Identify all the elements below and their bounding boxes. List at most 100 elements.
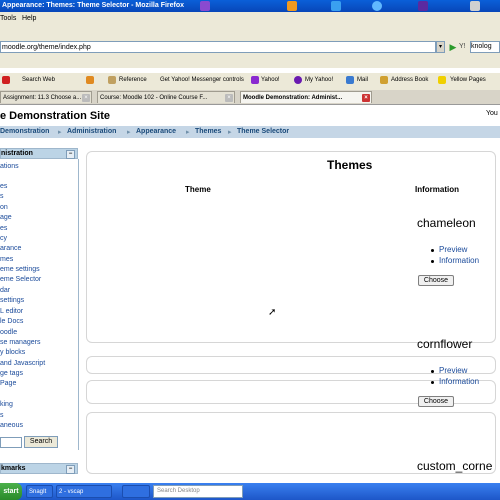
bullet-icon — [431, 381, 434, 384]
yahoo-button[interactable]: Yahoo! — [261, 77, 280, 83]
address-book-button[interactable]: Address Book — [391, 77, 428, 83]
close-tab-icon[interactable]: × — [225, 94, 233, 102]
sidebar-item[interactable]: se managers — [0, 339, 40, 346]
mail-button[interactable]: Mail — [357, 77, 368, 83]
sidebar-item[interactable]: es — [0, 183, 7, 190]
reference-button[interactable]: Reference — [119, 77, 147, 83]
sidebar-item[interactable]: y blocks — [0, 349, 25, 356]
sidebar-item[interactable]: age — [0, 214, 12, 221]
sidebar-item[interactable]: L editor — [0, 308, 23, 315]
my-yahoo-button[interactable]: My Yahoo! — [305, 77, 333, 83]
themes-table-box — [86, 151, 496, 343]
close-tab-icon[interactable]: × — [82, 94, 90, 102]
block-title: nistration — [1, 150, 33, 157]
taskbar-item-vscap[interactable]: 2 - vscap — [56, 485, 112, 498]
sidebar-item[interactable]: s — [0, 412, 4, 419]
close-tab-icon[interactable]: × — [362, 94, 370, 102]
skype-icon[interactable] — [372, 1, 382, 11]
sidebar-item[interactable]: cy — [0, 235, 7, 242]
yellow-pages-button[interactable]: Yellow Pages — [450, 77, 486, 83]
breadcrumb-separator-icon: ▸ — [127, 129, 131, 136]
user-info[interactable]: You — [486, 110, 498, 117]
breadcrumb-item[interactable]: Appearance — [136, 128, 176, 135]
menu-help[interactable]: Help — [22, 15, 36, 22]
messenger-button[interactable]: Get Yahoo! Messenger controls — [160, 77, 244, 83]
yahoo-toolbar: Search Web Reference Get Yahoo! Messenge… — [0, 72, 500, 91]
sidebar-item[interactable]: dar — [0, 287, 10, 294]
firefox-icon[interactable] — [287, 1, 297, 11]
yahoo-icon[interactable] — [418, 1, 428, 11]
breadcrumb-item[interactable]: Themes — [195, 128, 221, 135]
breadcrumb-separator-icon: ▸ — [186, 129, 190, 136]
sidebar-item[interactable]: mes — [0, 256, 13, 263]
taskbar-item-snagit[interactable]: SnagIt — [26, 485, 53, 498]
window-title-bar: Appearance: Themes: Theme Selector - Moz… — [0, 0, 500, 12]
tab-course[interactable]: Course: Moodle 102 - Online Course F... … — [97, 91, 235, 103]
tab-moodle-demo[interactable]: Moodle Demonstration: Administ... × — [240, 91, 372, 103]
admin-search-button[interactable]: Search — [24, 436, 58, 448]
sidebar-item[interactable]: arance — [0, 245, 21, 252]
yahoo-logo-icon[interactable] — [2, 76, 10, 84]
sidebar-item-theme-selector[interactable]: eme Selector — [0, 276, 41, 283]
desktop-search-input[interactable]: Search Desktop — [153, 485, 243, 498]
breadcrumb-item[interactable]: Administration — [67, 128, 116, 135]
sidebar-item[interactable]: and Javascript — [0, 360, 45, 367]
ie-icon[interactable] — [331, 1, 341, 11]
site-title: e Demonstration Site — [0, 110, 111, 122]
information-link[interactable]: Information — [439, 256, 479, 265]
tab-label: Moodle Demonstration: Administ... — [243, 95, 343, 101]
sidebar-item[interactable]: ations — [0, 163, 19, 170]
sidebar-item[interactable]: Page — [0, 380, 16, 387]
collapse-icon[interactable]: − — [66, 465, 75, 474]
sidebar-item[interactable]: s — [0, 193, 4, 200]
theme-name: custom_corne — [417, 459, 493, 473]
address-bar[interactable]: moodle.org/theme/index.php — [0, 41, 436, 53]
search-field[interactable]: knolog — [470, 41, 500, 53]
bookmark-icon[interactable] — [86, 76, 94, 84]
choose-button[interactable]: Choose — [418, 396, 454, 407]
tab-bar: Assignment: 11.3 Choose a... × Course: M… — [0, 90, 500, 105]
preview-link[interactable]: Preview — [439, 366, 467, 375]
go-arrow-icon[interactable]: ▶ — [447, 41, 459, 53]
address-dropdown-icon[interactable]: ▾ — [436, 41, 445, 53]
messenger-icon[interactable] — [200, 1, 210, 11]
sidebar-item[interactable]: ge tags — [0, 370, 23, 377]
my-yahoo-icon — [294, 76, 302, 84]
administration-block-header: nistration − — [0, 148, 78, 159]
admin-search-input[interactable] — [0, 437, 22, 448]
sidebar-item[interactable]: eme settings — [0, 266, 40, 273]
search-engine-icon[interactable]: Y! — [459, 41, 469, 53]
reference-icon — [108, 76, 116, 84]
breadcrumb-separator-icon: ▸ — [58, 129, 62, 136]
theme-name: cornflower — [417, 337, 473, 351]
sidebar-item[interactable]: king — [0, 401, 13, 408]
sidebar-item[interactable]: on — [0, 204, 8, 211]
sidebar-item[interactable]: oodle — [0, 329, 17, 336]
information-column-header: Information — [415, 185, 459, 194]
sidebar-item[interactable]: aneous — [0, 422, 23, 429]
information-link[interactable]: Information — [439, 377, 479, 386]
theme-name: chameleon — [417, 216, 476, 230]
sidebar-item[interactable]: le Docs — [0, 318, 23, 325]
choose-button[interactable]: Choose — [418, 275, 454, 286]
breadcrumb-item[interactable]: Demonstration — [0, 128, 49, 135]
address-book-icon — [380, 76, 388, 84]
bookmarks-block-header: kmarks − — [0, 463, 78, 474]
mouse-cursor-icon: ➚ — [268, 307, 277, 318]
menu-tools[interactable]: Tools — [0, 15, 16, 22]
bullet-icon — [431, 249, 434, 252]
bullet-icon — [431, 260, 434, 263]
taskbar-item-help[interactable] — [122, 485, 150, 498]
start-button[interactable]: start — [0, 483, 22, 500]
search-web-button[interactable]: Search Web — [22, 77, 55, 83]
yellow-pages-icon — [438, 76, 446, 84]
sidebar-item[interactable]: es — [0, 225, 7, 232]
tab-label: Assignment: 11.3 Choose a... — [3, 95, 82, 101]
app-icon[interactable] — [470, 1, 480, 11]
tab-assignment[interactable]: Assignment: 11.3 Choose a... × — [0, 91, 92, 103]
preview-link[interactable]: Preview — [439, 245, 467, 254]
theme-column-header: Theme — [185, 185, 211, 194]
windows-taskbar: start SnagIt 2 - vscap Search Desktop — [0, 483, 500, 500]
collapse-icon[interactable]: − — [66, 150, 75, 159]
sidebar-item[interactable]: settings — [0, 297, 24, 304]
